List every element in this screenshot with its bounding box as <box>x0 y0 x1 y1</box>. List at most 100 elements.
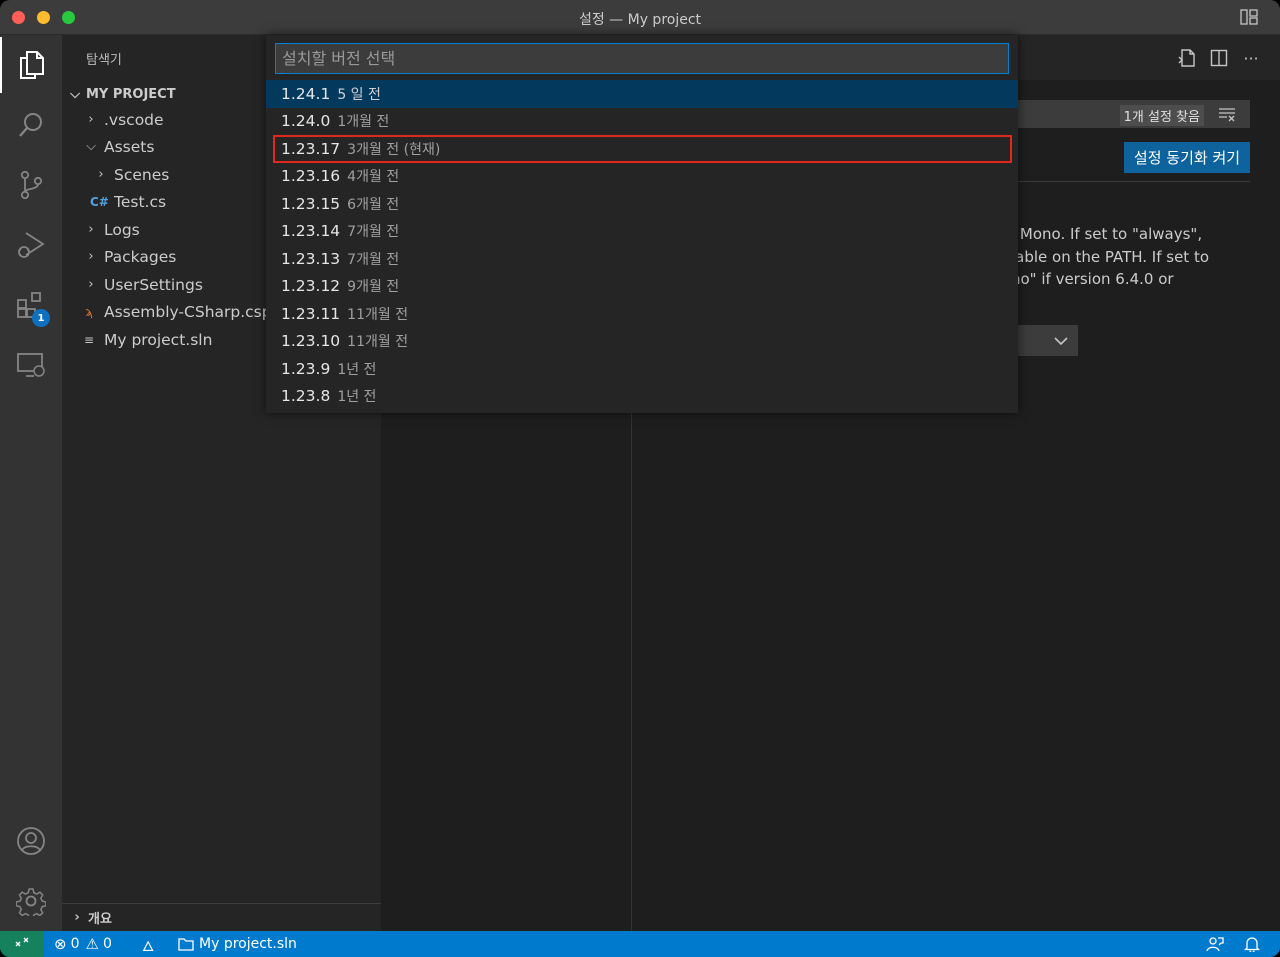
setting-description-line: no" if version 6.4.0 or <box>1011 270 1174 288</box>
csharp-file-icon: C# <box>90 194 109 209</box>
version-item[interactable]: 1.23.16 4개월 전 <box>266 163 1018 191</box>
tree-item-label: Logs <box>104 220 140 239</box>
project-section-header[interactable]: ⌵ MY PROJECT <box>66 83 176 105</box>
title-bar: 설정 — My project <box>0 0 1280 35</box>
version-item[interactable]: 1.23.13 7개월 전 <box>266 245 1018 273</box>
version-quick-pick: 1.24.1 5 일 전 1.24.0 1개월 전 1.23.17 3개월 전 … <box>266 35 1018 413</box>
version-number: 1.23.12 <box>281 277 341 296</box>
remote-explorer-activity[interactable] <box>0 337 62 393</box>
folder-icon <box>178 938 194 951</box>
open-settings-json-button[interactable] <box>1176 47 1198 69</box>
version-item-current[interactable]: 1.23.17 3개월 전 (현재) <box>273 135 1012 163</box>
version-item[interactable]: 1.23.11 11개월 전 <box>266 300 1018 328</box>
version-age: 1년 전 <box>337 389 377 406</box>
more-actions-button[interactable]: ··· <box>1240 47 1262 69</box>
setting-select-dropdown[interactable] <box>1011 325 1078 356</box>
clear-filter-icon[interactable] <box>1218 106 1236 122</box>
version-age: 9개월 전 <box>347 279 400 296</box>
version-item[interactable]: 1.23.14 7개월 전 <box>266 218 1018 246</box>
customize-layout-icon[interactable] <box>1240 9 1258 25</box>
version-number: 1.23.17 <box>281 139 341 158</box>
version-age: 6개월 전 <box>347 196 400 213</box>
project-selector[interactable]: My project.sln <box>178 931 297 957</box>
chevron-right-icon: › <box>98 167 104 182</box>
project-name: My project.sln <box>199 936 297 952</box>
version-number: 1.24.1 <box>281 84 331 103</box>
version-number: 1.24.0 <box>281 112 331 131</box>
activity-bar: 1 <box>0 35 62 931</box>
window-title: 설정 — My project <box>578 12 702 28</box>
setting-description-line: l Mono. If set to "always", <box>1011 225 1203 243</box>
chevron-down-icon <box>1054 336 1068 345</box>
chevron-right-icon: › <box>88 277 94 292</box>
setting-description-line: lable on the PATH. If set to <box>1011 247 1210 266</box>
omnisharp-indicator[interactable]: 🜂 <box>142 931 154 957</box>
version-item[interactable]: 1.24.0 1개월 전 <box>266 108 1018 136</box>
outline-section-header[interactable]: › 개요 <box>62 903 381 931</box>
version-search-input[interactable] <box>275 43 1009 74</box>
feedback-icon <box>1206 937 1224 952</box>
version-item[interactable]: 1.23.15 6개월 전 <box>266 190 1018 218</box>
run-debug-icon <box>18 232 45 258</box>
bell-icon <box>1244 937 1260 952</box>
feedback-button[interactable] <box>1206 931 1224 957</box>
files-icon <box>20 51 44 79</box>
extensions-badge: 1 <box>32 309 50 327</box>
tree-item-label: Test.cs <box>114 192 167 211</box>
chevron-right-icon: › <box>88 222 94 237</box>
chevron-down-icon: ⌵ <box>86 139 96 154</box>
accounts-activity[interactable] <box>0 813 62 869</box>
gear-icon <box>16 888 46 916</box>
version-number: 1.23.14 <box>281 222 341 241</box>
run-debug-activity[interactable] <box>0 217 62 273</box>
version-age: 11개월 전 <box>347 334 409 351</box>
ellipsis-icon: ··· <box>1243 48 1259 68</box>
extensions-activity[interactable]: 1 <box>0 277 62 333</box>
remote-icon <box>15 937 29 947</box>
remote-indicator[interactable] <box>0 931 44 957</box>
split-editor-button[interactable] <box>1208 47 1230 69</box>
version-number: 1.23.10 <box>281 332 341 351</box>
tree-item-label: Scenes <box>114 165 170 184</box>
version-age: 1개월 전 <box>337 114 390 131</box>
chevron-right-icon: › <box>88 112 94 127</box>
tree-item-label: .vscode <box>104 110 164 129</box>
notifications-button[interactable] <box>1244 931 1260 957</box>
tree-item-label: Assembly-CSharp.csproj <box>104 302 292 321</box>
settings-found-count: 1개 설정 찾음 <box>1119 105 1204 126</box>
version-item[interactable]: 1.23.12 9개월 전 <box>266 273 1018 301</box>
version-number: 1.23.13 <box>281 249 341 268</box>
version-age: 1년 전 <box>337 361 377 378</box>
version-age: 5 일 전 <box>337 86 381 103</box>
problems-indicator[interactable]: ⊗ 0 ⚠ 0 <box>54 931 112 957</box>
source-control-activity[interactable] <box>0 157 62 213</box>
version-item[interactable]: 1.23.9 1년 전 <box>266 355 1018 383</box>
project-section-label: MY PROJECT <box>86 86 176 102</box>
explorer-activity[interactable] <box>0 37 62 93</box>
search-activity[interactable] <box>0 97 62 153</box>
manage-activity[interactable] <box>0 873 62 929</box>
tree-item-label: My project.sln <box>104 330 213 349</box>
open-file-icon <box>1178 49 1195 67</box>
tree-item-label: Assets <box>104 137 155 156</box>
source-control-icon <box>20 170 43 200</box>
status-bar: ⊗ 0 ⚠ 0 🜂 My project.sln <box>0 931 1280 957</box>
version-item[interactable]: 1.24.1 5 일 전 <box>266 80 1018 108</box>
version-number: 1.23.11 <box>281 304 341 323</box>
turn-on-settings-sync-button[interactable]: 설정 동기화 켜기 <box>1124 142 1250 173</box>
version-number: 1.23.8 <box>281 387 331 406</box>
version-age: 7개월 전 <box>347 224 400 241</box>
version-item[interactable]: 1.23.10 11개월 전 <box>266 328 1018 356</box>
vscode-window: 설정 — My project 1 탐색기 ⌵ MY PROJECT › .vs… <box>0 0 1280 957</box>
flame-icon: 🜂 <box>142 938 155 955</box>
version-age: 11개월 전 <box>347 306 409 323</box>
search-icon <box>19 113 42 137</box>
setting-description: l Mono. If set to "always", lable on the… <box>1011 223 1251 291</box>
error-icon: ⊗ <box>54 935 67 953</box>
version-age: 3개월 전 (현재) <box>347 141 441 158</box>
version-item[interactable]: 1.23.8 1년 전 <box>266 383 1018 411</box>
version-list: 1.24.1 5 일 전 1.24.0 1개월 전 1.23.17 3개월 전 … <box>266 80 1018 410</box>
warning-icon: ⚠ <box>85 935 99 953</box>
tree-item-label: Packages <box>104 247 177 266</box>
chevron-right-icon: › <box>74 910 80 925</box>
